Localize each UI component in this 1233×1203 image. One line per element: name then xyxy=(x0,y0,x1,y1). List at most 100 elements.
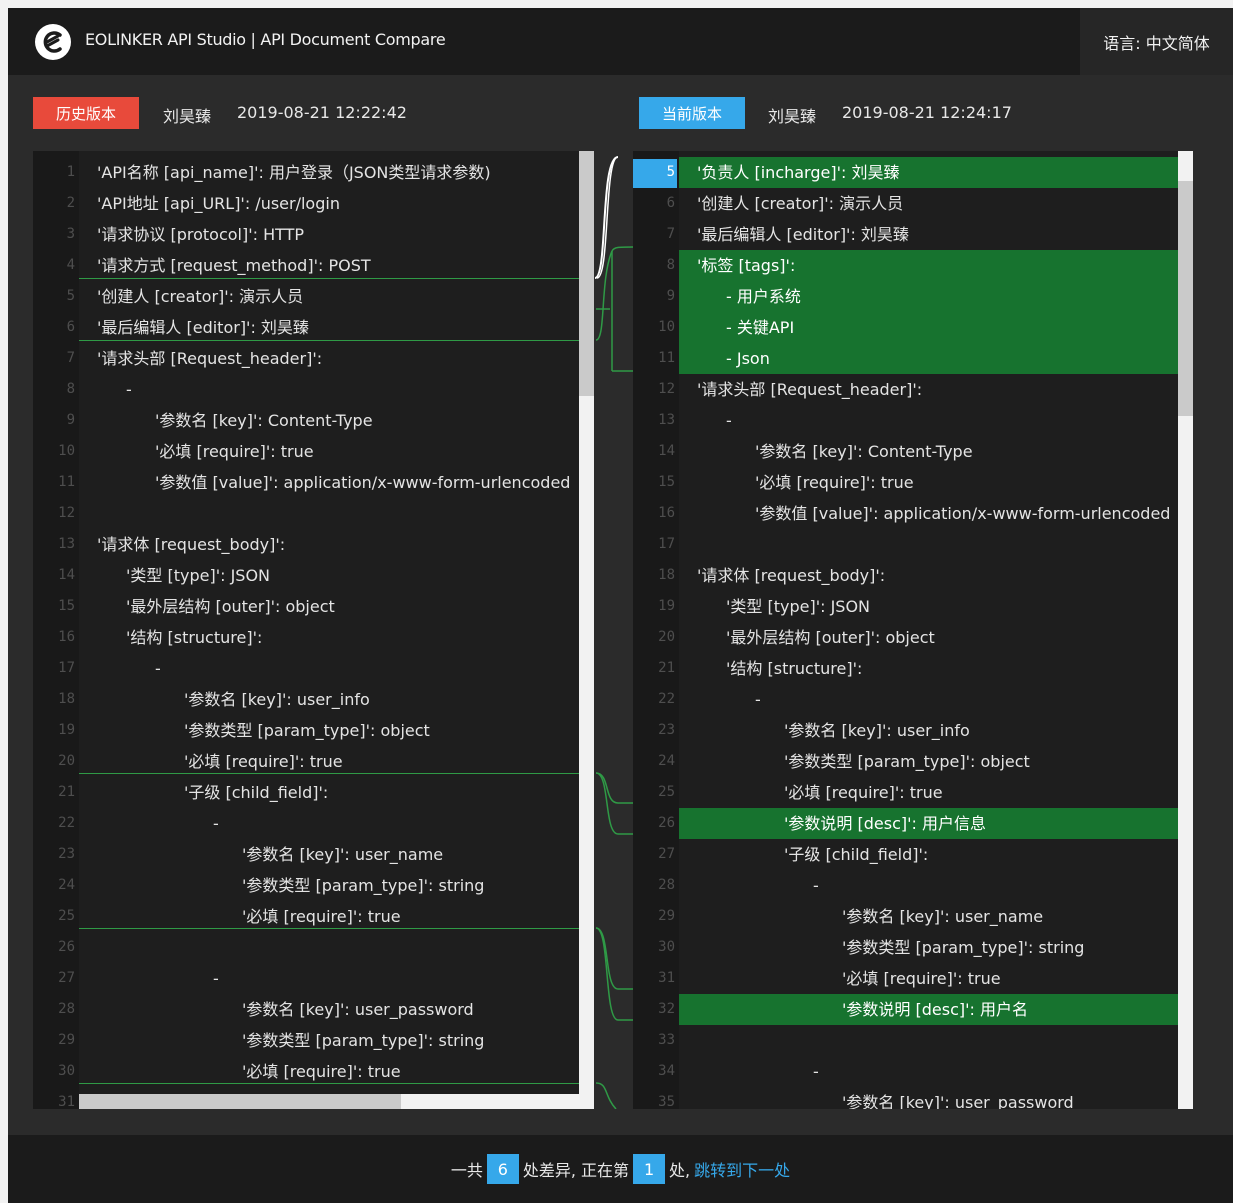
total-diff-count: 6 xyxy=(486,1154,519,1184)
line-text: '参数名 [key]': user_password xyxy=(842,1093,1074,1109)
line-number: 28 xyxy=(658,877,675,893)
line-text: '参数类型 [param_type]': object xyxy=(184,721,430,740)
scroll-thumb[interactable] xyxy=(79,1094,401,1109)
scroll-thumb[interactable] xyxy=(1178,181,1193,416)
line-number: 14 xyxy=(58,567,75,583)
line-number: 6 xyxy=(666,195,675,211)
line-text: - xyxy=(126,380,132,399)
line-number: 10 xyxy=(58,443,75,459)
line-number: 10 xyxy=(658,319,675,335)
line-number: 4 xyxy=(66,257,75,273)
line-number: 27 xyxy=(58,970,75,986)
line-text: '请求头部 [Request_header]': xyxy=(697,380,923,399)
line-number: 18 xyxy=(658,567,675,583)
next-diff-link[interactable]: 跳转到下一处 xyxy=(694,1157,790,1181)
line-text: '必填 [require]': true xyxy=(755,473,914,492)
line-text: '负责人 [incharge]': 刘昊臻 xyxy=(697,163,900,182)
line-number: 8 xyxy=(66,381,75,397)
line-text: '最后编辑人 [editor]': 刘昊臻 xyxy=(697,225,909,244)
code-line: 17 xyxy=(633,529,1193,560)
line-text: - Json xyxy=(726,349,770,368)
added-code-line: 9 - 用户系统 xyxy=(633,281,1193,312)
code-line: 13 '请求体 [request_body]': xyxy=(33,529,594,560)
code-line: 19 '类型 [type]': JSON xyxy=(633,591,1193,622)
line-text: '参数类型 [param_type]': string xyxy=(842,938,1085,957)
code-line: 16 '结构 [structure]': xyxy=(33,622,594,653)
added-code-line: 10 - 关键API xyxy=(633,312,1193,343)
line-number: 6 xyxy=(66,319,75,335)
added-code-line: 8 '标签 [tags]': xyxy=(633,250,1193,281)
line-text: '参数值 [value]': application/x-www-form-ur… xyxy=(755,504,1171,523)
line-text: '参数名 [key]': user_password xyxy=(242,1000,474,1019)
line-text: - xyxy=(213,814,219,833)
code-line: 13 - xyxy=(633,405,1193,436)
current-version-badge: 当前版本 xyxy=(639,97,745,129)
line-text: '参数名 [key]': user_info xyxy=(184,690,370,709)
history-horizontal-scrollbar[interactable] xyxy=(79,1094,594,1109)
line-number: 8 xyxy=(666,257,675,273)
eolinker-logo-icon xyxy=(35,24,71,60)
code-line: 28 - xyxy=(633,870,1193,901)
line-number: 19 xyxy=(658,598,675,614)
line-number: 27 xyxy=(658,846,675,862)
line-number: 14 xyxy=(658,443,675,459)
app-header: EOLINKER API Studio | API Document Compa… xyxy=(8,8,1233,75)
line-text: '必填 [require]': true xyxy=(842,969,1001,988)
code-line: 9 '参数名 [key]': Content-Type xyxy=(33,405,594,436)
history-author: 刘昊臻 xyxy=(163,107,212,126)
footer-middle: 处差异, 正在第 xyxy=(522,1161,630,1180)
line-number: 24 xyxy=(58,877,75,893)
line-number: 26 xyxy=(658,815,675,831)
code-line: 31 '必填 [require]': true xyxy=(633,963,1193,994)
line-number: 12 xyxy=(658,381,675,397)
diff-boundary xyxy=(79,340,579,341)
added-code-line: 26 '参数说明 [desc]': 用户信息 xyxy=(633,808,1193,839)
code-line: 26 xyxy=(33,932,594,963)
diff-status: 一共 6 处差异, 正在第 1 处, 跳转到下一处 xyxy=(8,1135,1233,1203)
line-text: - xyxy=(813,1062,819,1081)
code-line: 18 '参数名 [key]': user_info xyxy=(33,684,594,715)
line-number: 25 xyxy=(58,908,75,924)
current-code-pane[interactable]: 5 '负责人 [incharge]': 刘昊臻 6 '创建人 [creator]': … xyxy=(633,151,1193,1109)
app-title: EOLINKER API Studio | API Document Compa… xyxy=(85,30,446,49)
current-vertical-scrollbar[interactable] xyxy=(1178,151,1193,1109)
language-selector[interactable]: 语言: 中文简体 xyxy=(1080,8,1233,75)
line-text: '类型 [type]': JSON xyxy=(126,566,271,585)
line-number: 31 xyxy=(658,970,675,986)
code-line: 3 '请求协议 [protocol]': HTTP xyxy=(33,219,594,250)
history-code-lines: 1 'API名称 [api_name]': 用户登录（JSON类型请求参数) 2 'A… xyxy=(33,157,594,1109)
line-text: '参数说明 [desc]': 用户名 xyxy=(842,1000,1028,1019)
line-number: 3 xyxy=(66,226,75,242)
line-number: 11 xyxy=(58,474,75,490)
line-text: '参数值 [value]': application/x-www-form-ur… xyxy=(155,473,571,492)
current-code-lines: 5 '负责人 [incharge]': 刘昊臻 6 '创建人 [creator]': … xyxy=(633,157,1193,1109)
line-number: 28 xyxy=(58,1001,75,1017)
history-code-pane[interactable]: 1 'API名称 [api_name]': 用户登录（JSON类型请求参数) 2 'A… xyxy=(33,151,594,1109)
line-number: 5 xyxy=(66,288,75,304)
line-text: '最外层结构 [outer]': object xyxy=(126,597,335,616)
code-line: 14 '类型 [type]': JSON xyxy=(33,560,594,591)
code-line: 27 '子级 [child_field]': xyxy=(633,839,1193,870)
line-text: '结构 [structure]': xyxy=(126,628,263,647)
code-line: 15 '必填 [require]': true xyxy=(633,467,1193,498)
line-number: 20 xyxy=(58,753,75,769)
line-text: - 用户系统 xyxy=(726,287,801,306)
added-code-line: 11 - Json xyxy=(633,343,1193,374)
line-number: 23 xyxy=(658,722,675,738)
code-line: 29 '参数类型 [param_type]': string xyxy=(33,1025,594,1056)
current-author: 刘昊臻 xyxy=(768,107,817,126)
code-line: 18 '请求体 [request_body]': xyxy=(633,560,1193,591)
line-text: '类型 [type]': JSON xyxy=(726,597,871,616)
history-vertical-scrollbar[interactable] xyxy=(579,151,594,1094)
line-number: 1 xyxy=(66,164,75,180)
scroll-thumb[interactable] xyxy=(579,151,594,396)
line-number: 5 xyxy=(666,164,675,180)
code-line: 35 '参数名 [key]': user_password xyxy=(633,1087,1193,1109)
diff-boundary xyxy=(79,928,579,929)
code-line: 17 - xyxy=(33,653,594,684)
compare-window: EOLINKER API Studio | API Document Compa… xyxy=(8,8,1233,1203)
line-number: 25 xyxy=(658,784,675,800)
line-number: 17 xyxy=(658,536,675,552)
code-line: 7 '最后编辑人 [editor]': 刘昊臻 xyxy=(633,219,1193,250)
line-number: 22 xyxy=(658,691,675,707)
